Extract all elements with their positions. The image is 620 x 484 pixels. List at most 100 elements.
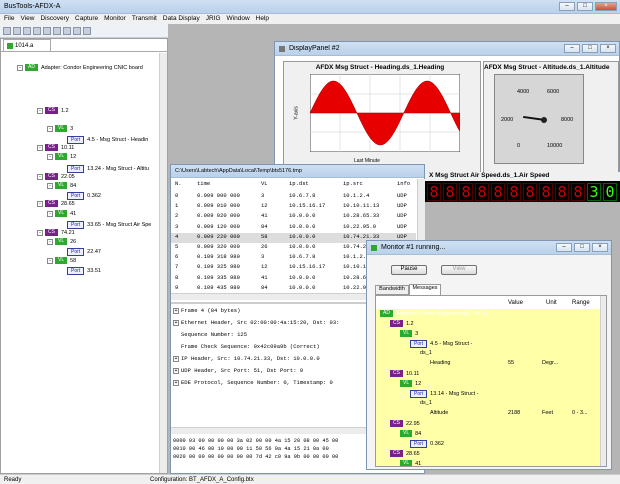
packet-cell: 41 bbox=[261, 212, 268, 220]
expand-icon[interactable]: + bbox=[173, 320, 179, 326]
monitor-row[interactable]: AD Adapter: Condor Engineering CNIC b... bbox=[376, 309, 600, 319]
packet-row[interactable]: 3 0.009 120 000 84 10.0.0.0 10.22.95.0 UDP bbox=[171, 223, 416, 233]
col-header[interactable]: time bbox=[197, 180, 210, 187]
packet-row[interactable]: 2 0.009 020 000 41 10.0.0.0 10.28.65.33 UDP bbox=[171, 212, 416, 222]
monitor-row[interactable]: ds_1 bbox=[376, 349, 600, 359]
collapse-icon[interactable]: - bbox=[47, 153, 53, 160]
monitor-row[interactable]: CS 10.11 bbox=[376, 369, 600, 379]
tree-node-vl[interactable]: - VL 58 bbox=[47, 256, 76, 265]
tree-node-vl[interactable]: - VL 12 bbox=[47, 152, 76, 161]
tree-tab[interactable]: 1014.a bbox=[3, 39, 51, 51]
col-header[interactable]: ip.dst bbox=[289, 180, 309, 187]
tree-node-cs[interactable]: - CS 1.2 bbox=[37, 106, 69, 115]
collapse-icon[interactable]: - bbox=[47, 182, 53, 189]
col-header[interactable]: N. bbox=[175, 180, 182, 187]
tree-root[interactable]: - AD Adapter: Condor Engineering CNIC boar… bbox=[17, 63, 143, 72]
monitor-row[interactable]: VL 84 bbox=[376, 429, 600, 439]
col-header[interactable]: VL bbox=[261, 180, 268, 187]
grid-icon[interactable] bbox=[63, 26, 71, 35]
menu-discovery[interactable]: Discovery bbox=[40, 15, 69, 23]
menu-data-display[interactable]: Data Display bbox=[163, 15, 200, 23]
packet-cell: 0.109 435 980 bbox=[197, 283, 240, 291]
menu-file[interactable]: File bbox=[4, 15, 14, 23]
close-button[interactable]: × bbox=[595, 2, 617, 11]
tree-node-cs[interactable]: - CS 74.21 bbox=[37, 228, 75, 237]
new-icon[interactable] bbox=[3, 26, 11, 35]
tree-node-port[interactable]: Port 33.65 - Msg Struct Air Spe bbox=[67, 220, 151, 229]
monitor-row[interactable]: VL 12 bbox=[376, 379, 600, 389]
config-text: Configuration: BT_AFDX_A_Config.btx bbox=[150, 476, 254, 483]
monitor-vscroll[interactable] bbox=[600, 296, 606, 466]
tool-icon[interactable] bbox=[83, 26, 91, 35]
expand-icon[interactable]: + bbox=[173, 380, 179, 386]
monitor-row[interactable]: Port 4.5 - Msg Struct - bbox=[376, 339, 600, 349]
collapse-icon[interactable]: - bbox=[37, 229, 43, 236]
expand-icon[interactable]: + bbox=[173, 308, 179, 314]
maximize-button[interactable]: □ bbox=[577, 2, 593, 11]
tree-node-vl[interactable]: - VL 3 bbox=[47, 124, 73, 133]
collapse-icon[interactable]: - bbox=[37, 200, 43, 207]
expand-icon[interactable]: + bbox=[173, 356, 179, 362]
monitor-row[interactable]: CS 28.65 bbox=[376, 449, 600, 459]
monitor-row[interactable]: Heading 55 Degr... bbox=[376, 359, 600, 369]
monitor-row[interactable]: CS 22.95 bbox=[376, 419, 600, 429]
toolbar bbox=[0, 24, 168, 38]
packet-row[interactable]: 0 0.009 000 000 3 10.6.7.8 10.1.2.4 UDP bbox=[171, 192, 416, 202]
tree-node-port[interactable]: Port 13.24 - Msg Struct - Altitu bbox=[67, 164, 149, 173]
collapse-icon[interactable]: - bbox=[17, 64, 23, 71]
monitor-row[interactable]: VL 41 bbox=[376, 459, 600, 466]
tree-node-cs[interactable]: - CS 28.65 bbox=[37, 199, 75, 208]
display-minimize[interactable]: – bbox=[564, 44, 580, 53]
collapse-icon[interactable]: - bbox=[47, 125, 53, 132]
display-close[interactable]: × bbox=[600, 44, 616, 53]
menu-capture[interactable]: Capture bbox=[75, 15, 98, 23]
packet-cell: 10.6.7.8 bbox=[289, 253, 316, 261]
tab-bandwidth[interactable]: Bandwidth bbox=[375, 285, 409, 295]
tree-node-vl[interactable]: - VL 41 bbox=[47, 209, 76, 218]
tree-node-vl[interactable]: - VL 26 bbox=[47, 237, 76, 246]
menu-monitor[interactable]: Monitor bbox=[104, 15, 126, 23]
save-icon[interactable] bbox=[23, 26, 31, 35]
monitor-close[interactable]: × bbox=[592, 243, 608, 252]
monitor-row[interactable]: VL 3 bbox=[376, 329, 600, 339]
collapse-icon[interactable]: - bbox=[47, 238, 53, 245]
display-maximize[interactable]: □ bbox=[582, 44, 598, 53]
tree-node-port[interactable]: Port 33.51 bbox=[67, 266, 101, 275]
pause-button[interactable]: Pause bbox=[391, 265, 427, 275]
monitor-row[interactable]: CS 1.2 bbox=[376, 319, 600, 329]
layout-icon[interactable] bbox=[33, 26, 41, 35]
menu-window[interactable]: Window bbox=[227, 15, 250, 23]
menu-help[interactable]: Help bbox=[256, 15, 269, 23]
view-button[interactable]: View bbox=[441, 265, 477, 275]
layout3-icon[interactable] bbox=[53, 26, 61, 35]
tree-node-vl[interactable]: - VL 84 bbox=[47, 181, 76, 190]
tab-messages[interactable]: Messages bbox=[409, 284, 441, 295]
collapse-icon[interactable]: - bbox=[37, 107, 43, 114]
tree-node-port[interactable]: Port 22.47 bbox=[67, 247, 101, 256]
layout2-icon[interactable] bbox=[43, 26, 51, 35]
monitor-row[interactable]: ds_1 bbox=[376, 399, 600, 409]
collapse-icon[interactable]: - bbox=[47, 257, 53, 264]
menu-view[interactable]: View bbox=[20, 15, 34, 23]
col-header[interactable]: info bbox=[397, 180, 410, 187]
monitor-row[interactable]: Port 0.362 bbox=[376, 439, 600, 449]
expand-icon[interactable]: + bbox=[173, 368, 179, 374]
tree-node-cs[interactable]: - CS 10.11 bbox=[37, 143, 74, 152]
monitor-row[interactable]: Port 13.14 - Msg Struct - bbox=[376, 389, 600, 399]
open-icon[interactable] bbox=[13, 26, 21, 35]
menu-jrig[interactable]: JRIG bbox=[206, 15, 221, 23]
monitor-maximize[interactable]: □ bbox=[574, 243, 590, 252]
monitor-minimize[interactable]: – bbox=[556, 243, 572, 252]
tree-node-port[interactable]: Port 4.5 - Msg Struct - Headin bbox=[67, 135, 148, 144]
tree-scrollbar[interactable] bbox=[159, 53, 167, 473]
collapse-icon[interactable]: - bbox=[37, 173, 43, 180]
minimize-button[interactable]: – bbox=[559, 2, 575, 11]
find-icon[interactable] bbox=[73, 26, 81, 35]
collapse-icon[interactable]: - bbox=[47, 210, 53, 217]
packet-row[interactable]: 1 0.009 010 000 12 10.15.16.17 10.10.11.13 UD… bbox=[171, 202, 416, 212]
collapse-icon[interactable]: - bbox=[37, 144, 43, 151]
monitor-row[interactable]: Altitude 2188 Feet 0 - 3... bbox=[376, 409, 600, 419]
tree-node-cs[interactable]: - CS 22.05 bbox=[37, 172, 75, 181]
col-header[interactable]: ip.src bbox=[343, 180, 363, 187]
menu-transmit[interactable]: Transmit bbox=[132, 15, 157, 23]
